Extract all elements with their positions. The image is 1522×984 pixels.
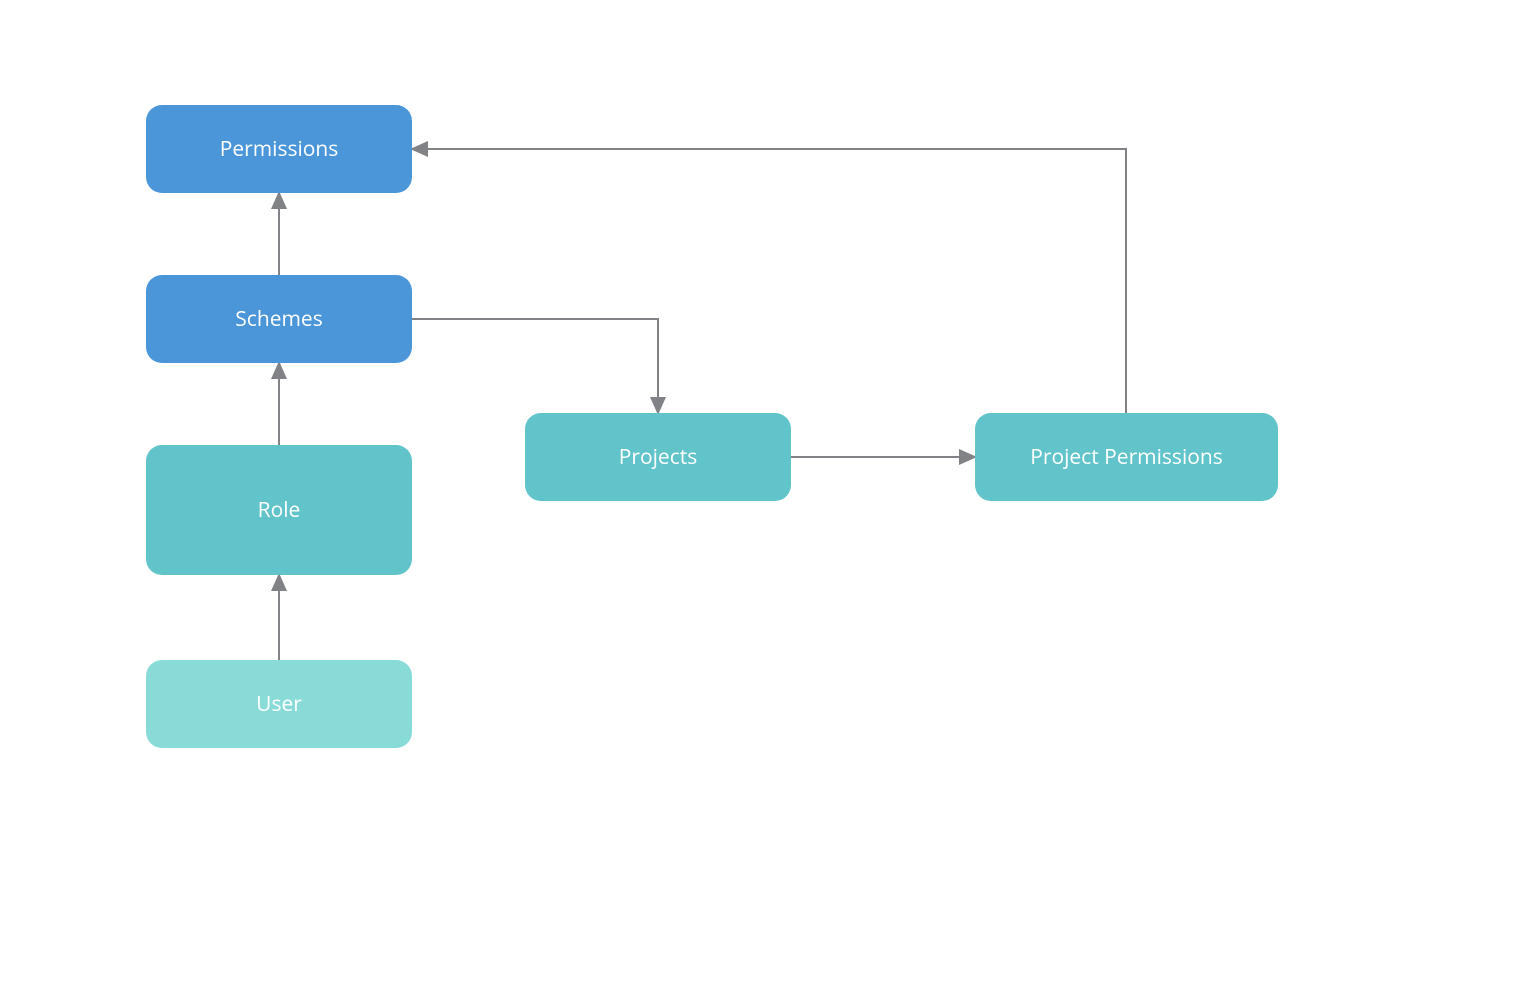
diagram-canvas: Permissions Schemes Role User Projects P…	[0, 0, 1522, 984]
node-label: Role	[258, 496, 301, 524]
connector-project-permissions-permissions	[412, 149, 1126, 413]
node-label: Schemes	[235, 305, 323, 333]
node-permissions: Permissions	[146, 105, 412, 193]
connector-schemes-projects	[412, 319, 658, 413]
node-label: Projects	[619, 443, 698, 471]
node-label: Permissions	[220, 135, 339, 163]
node-label: Project Permissions	[1030, 443, 1223, 471]
node-label: User	[256, 690, 302, 718]
node-schemes: Schemes	[146, 275, 412, 363]
node-projects: Projects	[525, 413, 791, 501]
node-role: Role	[146, 445, 412, 575]
node-user: User	[146, 660, 412, 748]
node-project-permissions: Project Permissions	[975, 413, 1278, 501]
